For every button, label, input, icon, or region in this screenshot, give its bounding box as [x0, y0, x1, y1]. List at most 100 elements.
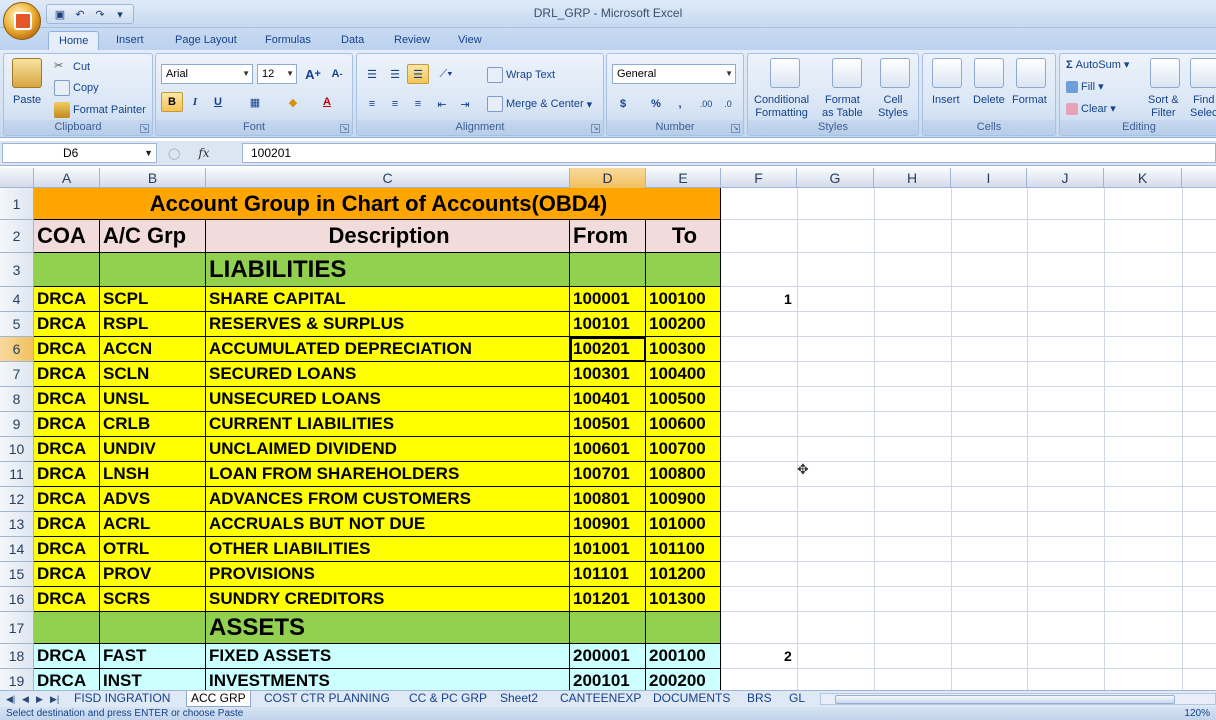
cell-from[interactable]: 101001 [570, 537, 646, 562]
cell-from[interactable]: 100801 [570, 487, 646, 512]
row-header-11[interactable]: 11 [0, 462, 34, 487]
cell-from[interactable]: 100701 [570, 462, 646, 487]
align-middle-icon[interactable]: ☰ [384, 64, 406, 84]
last-sheet-icon[interactable]: ▶| [50, 691, 59, 707]
tab-insert[interactable]: Insert [106, 31, 154, 50]
row-header-2[interactable]: 2 [0, 220, 34, 253]
sheet-tab-brs[interactable]: BRS [743, 691, 776, 707]
sheet-title-cell[interactable]: Account Group in Chart of Accounts(OBD4) [34, 188, 721, 220]
cell-coa[interactable]: DRCA [34, 562, 100, 587]
paste-button[interactable]: Paste [13, 94, 41, 106]
cell-coa[interactable]: DRCA [34, 669, 100, 690]
cell-desc[interactable]: OTHER LIABILITIES [206, 537, 570, 562]
grow-font-icon[interactable]: A + [302, 64, 324, 84]
section-liabilities[interactable]: LIABILITIES [206, 253, 570, 287]
find-select-button[interactable]: Find Selec [1190, 94, 1216, 120]
next-sheet-icon[interactable]: ▶ [36, 691, 43, 707]
row-header-10[interactable]: 10 [0, 437, 34, 462]
shrink-font-icon[interactable]: A- [326, 64, 348, 84]
align-right-icon[interactable]: ≡ [407, 94, 429, 114]
row-header-5[interactable]: 5 [0, 312, 34, 337]
horizontal-scrollbar[interactable] [820, 693, 1216, 705]
cell-from[interactable]: 100101 [570, 312, 646, 337]
header-description[interactable]: Description [206, 220, 570, 253]
sort-filter-button[interactable]: Sort & Filter [1148, 94, 1179, 120]
cell-coa[interactable]: DRCA [34, 312, 100, 337]
header-coa[interactable]: COA [34, 220, 100, 253]
cell-grp[interactable]: SCLN [100, 362, 206, 387]
cell-to[interactable]: 100900 [646, 487, 721, 512]
prev-sheet-icon[interactable]: ◀ [22, 691, 29, 707]
cell-styles-button[interactable]: Cell Styles [878, 94, 908, 120]
cell-grp[interactable]: ACCN [100, 337, 206, 362]
sheet-tab-gl[interactable]: GL [785, 691, 809, 707]
cell-to[interactable]: 100800 [646, 462, 721, 487]
cell-grp[interactable]: OTRL [100, 537, 206, 562]
currency-button[interactable]: $ [612, 94, 634, 114]
cell-from[interactable]: 100601 [570, 437, 646, 462]
cell-to[interactable]: 200100 [646, 644, 721, 669]
header-to[interactable]: To [646, 220, 721, 253]
sheet-tab-acc-grp[interactable]: ACC GRP [186, 691, 251, 707]
cell-f18[interactable]: 2 [784, 648, 792, 664]
cell-from[interactable]: 200001 [570, 644, 646, 669]
table-cell[interactable] [570, 253, 646, 287]
cell-coa[interactable]: DRCA [34, 387, 100, 412]
row-header-17[interactable]: 17 [0, 612, 34, 644]
tab-page-layout[interactable]: Page Layout [165, 31, 247, 50]
sheet-tab-cost-ctr-planning[interactable]: COST CTR PLANNING [260, 691, 394, 707]
cell-from[interactable]: 101201 [570, 587, 646, 612]
row-header-1[interactable]: 1 [0, 188, 34, 220]
format-as-table-button[interactable]: Format as Table [822, 94, 863, 120]
column-header-f[interactable]: F [721, 168, 797, 188]
cell-desc[interactable]: RESERVES & SURPLUS [206, 312, 570, 337]
row-header-15[interactable]: 15 [0, 562, 34, 587]
cell-to[interactable]: 100300 [646, 337, 721, 362]
cell-desc[interactable]: ACCRUALS BUT NOT DUE [206, 512, 570, 537]
cell-to[interactable]: 101300 [646, 587, 721, 612]
format-cells-button[interactable]: Format [1012, 94, 1047, 106]
decrease-decimal-icon[interactable]: .0 [717, 94, 739, 114]
header-acgrp[interactable]: A/C Grp [100, 220, 206, 253]
tab-formulas[interactable]: Formulas [255, 31, 321, 50]
cell-to[interactable]: 100400 [646, 362, 721, 387]
autosum-button[interactable]: Σ AutoSum ▾ [1066, 58, 1129, 72]
cell-desc[interactable]: FIXED ASSETS [206, 644, 570, 669]
cell-to[interactable]: 100200 [646, 312, 721, 337]
row-header-6[interactable]: 6 [0, 337, 34, 362]
dialog-launcher-icon[interactable]: ↘ [731, 124, 740, 133]
row-header-7[interactable]: 7 [0, 362, 34, 387]
cell-grp[interactable]: ADVS [100, 487, 206, 512]
cell-from[interactable]: 100401 [570, 387, 646, 412]
conditional-formatting-button[interactable]: Conditional Formatting [754, 94, 809, 120]
cell-to[interactable]: 101200 [646, 562, 721, 587]
column-header-g[interactable]: G [797, 168, 874, 188]
cell-grp[interactable]: ACRL [100, 512, 206, 537]
cell-desc[interactable]: SHARE CAPITAL [206, 287, 570, 312]
dialog-launcher-icon[interactable]: ↘ [140, 124, 149, 133]
cell-coa[interactable]: DRCA [34, 462, 100, 487]
dialog-launcher-icon[interactable]: ↘ [340, 124, 349, 133]
insert-function-button[interactable]: fx [198, 146, 209, 160]
cell-grp[interactable]: PROV [100, 562, 206, 587]
number-format-select[interactable]: General ▼ [612, 64, 736, 84]
cell-f4[interactable]: 1 [784, 291, 792, 307]
cell-to[interactable]: 100100 [646, 287, 721, 312]
cell-coa[interactable]: DRCA [34, 487, 100, 512]
cell-grp[interactable]: LNSH [100, 462, 206, 487]
italic-button[interactable]: I [184, 92, 206, 112]
cell-to[interactable]: 101000 [646, 512, 721, 537]
cell-coa[interactable]: DRCA [34, 512, 100, 537]
sheet-tab-documents[interactable]: DOCUMENTS [649, 691, 734, 707]
zoom-level[interactable]: 120% [1184, 707, 1210, 720]
row-header-4[interactable]: 4 [0, 287, 34, 312]
align-center-icon[interactable]: ≡ [384, 94, 406, 114]
row-header-16[interactable]: 16 [0, 587, 34, 612]
cell-desc[interactable]: LOAN FROM SHAREHOLDERS [206, 462, 570, 487]
cell-from[interactable]: 101101 [570, 562, 646, 587]
cell-desc[interactable]: CURRENT LIABILITIES [206, 412, 570, 437]
cell-coa[interactable]: DRCA [34, 412, 100, 437]
cell-to[interactable]: 100600 [646, 412, 721, 437]
tab-home[interactable]: Home [48, 31, 100, 50]
tab-view[interactable]: View [448, 31, 492, 50]
